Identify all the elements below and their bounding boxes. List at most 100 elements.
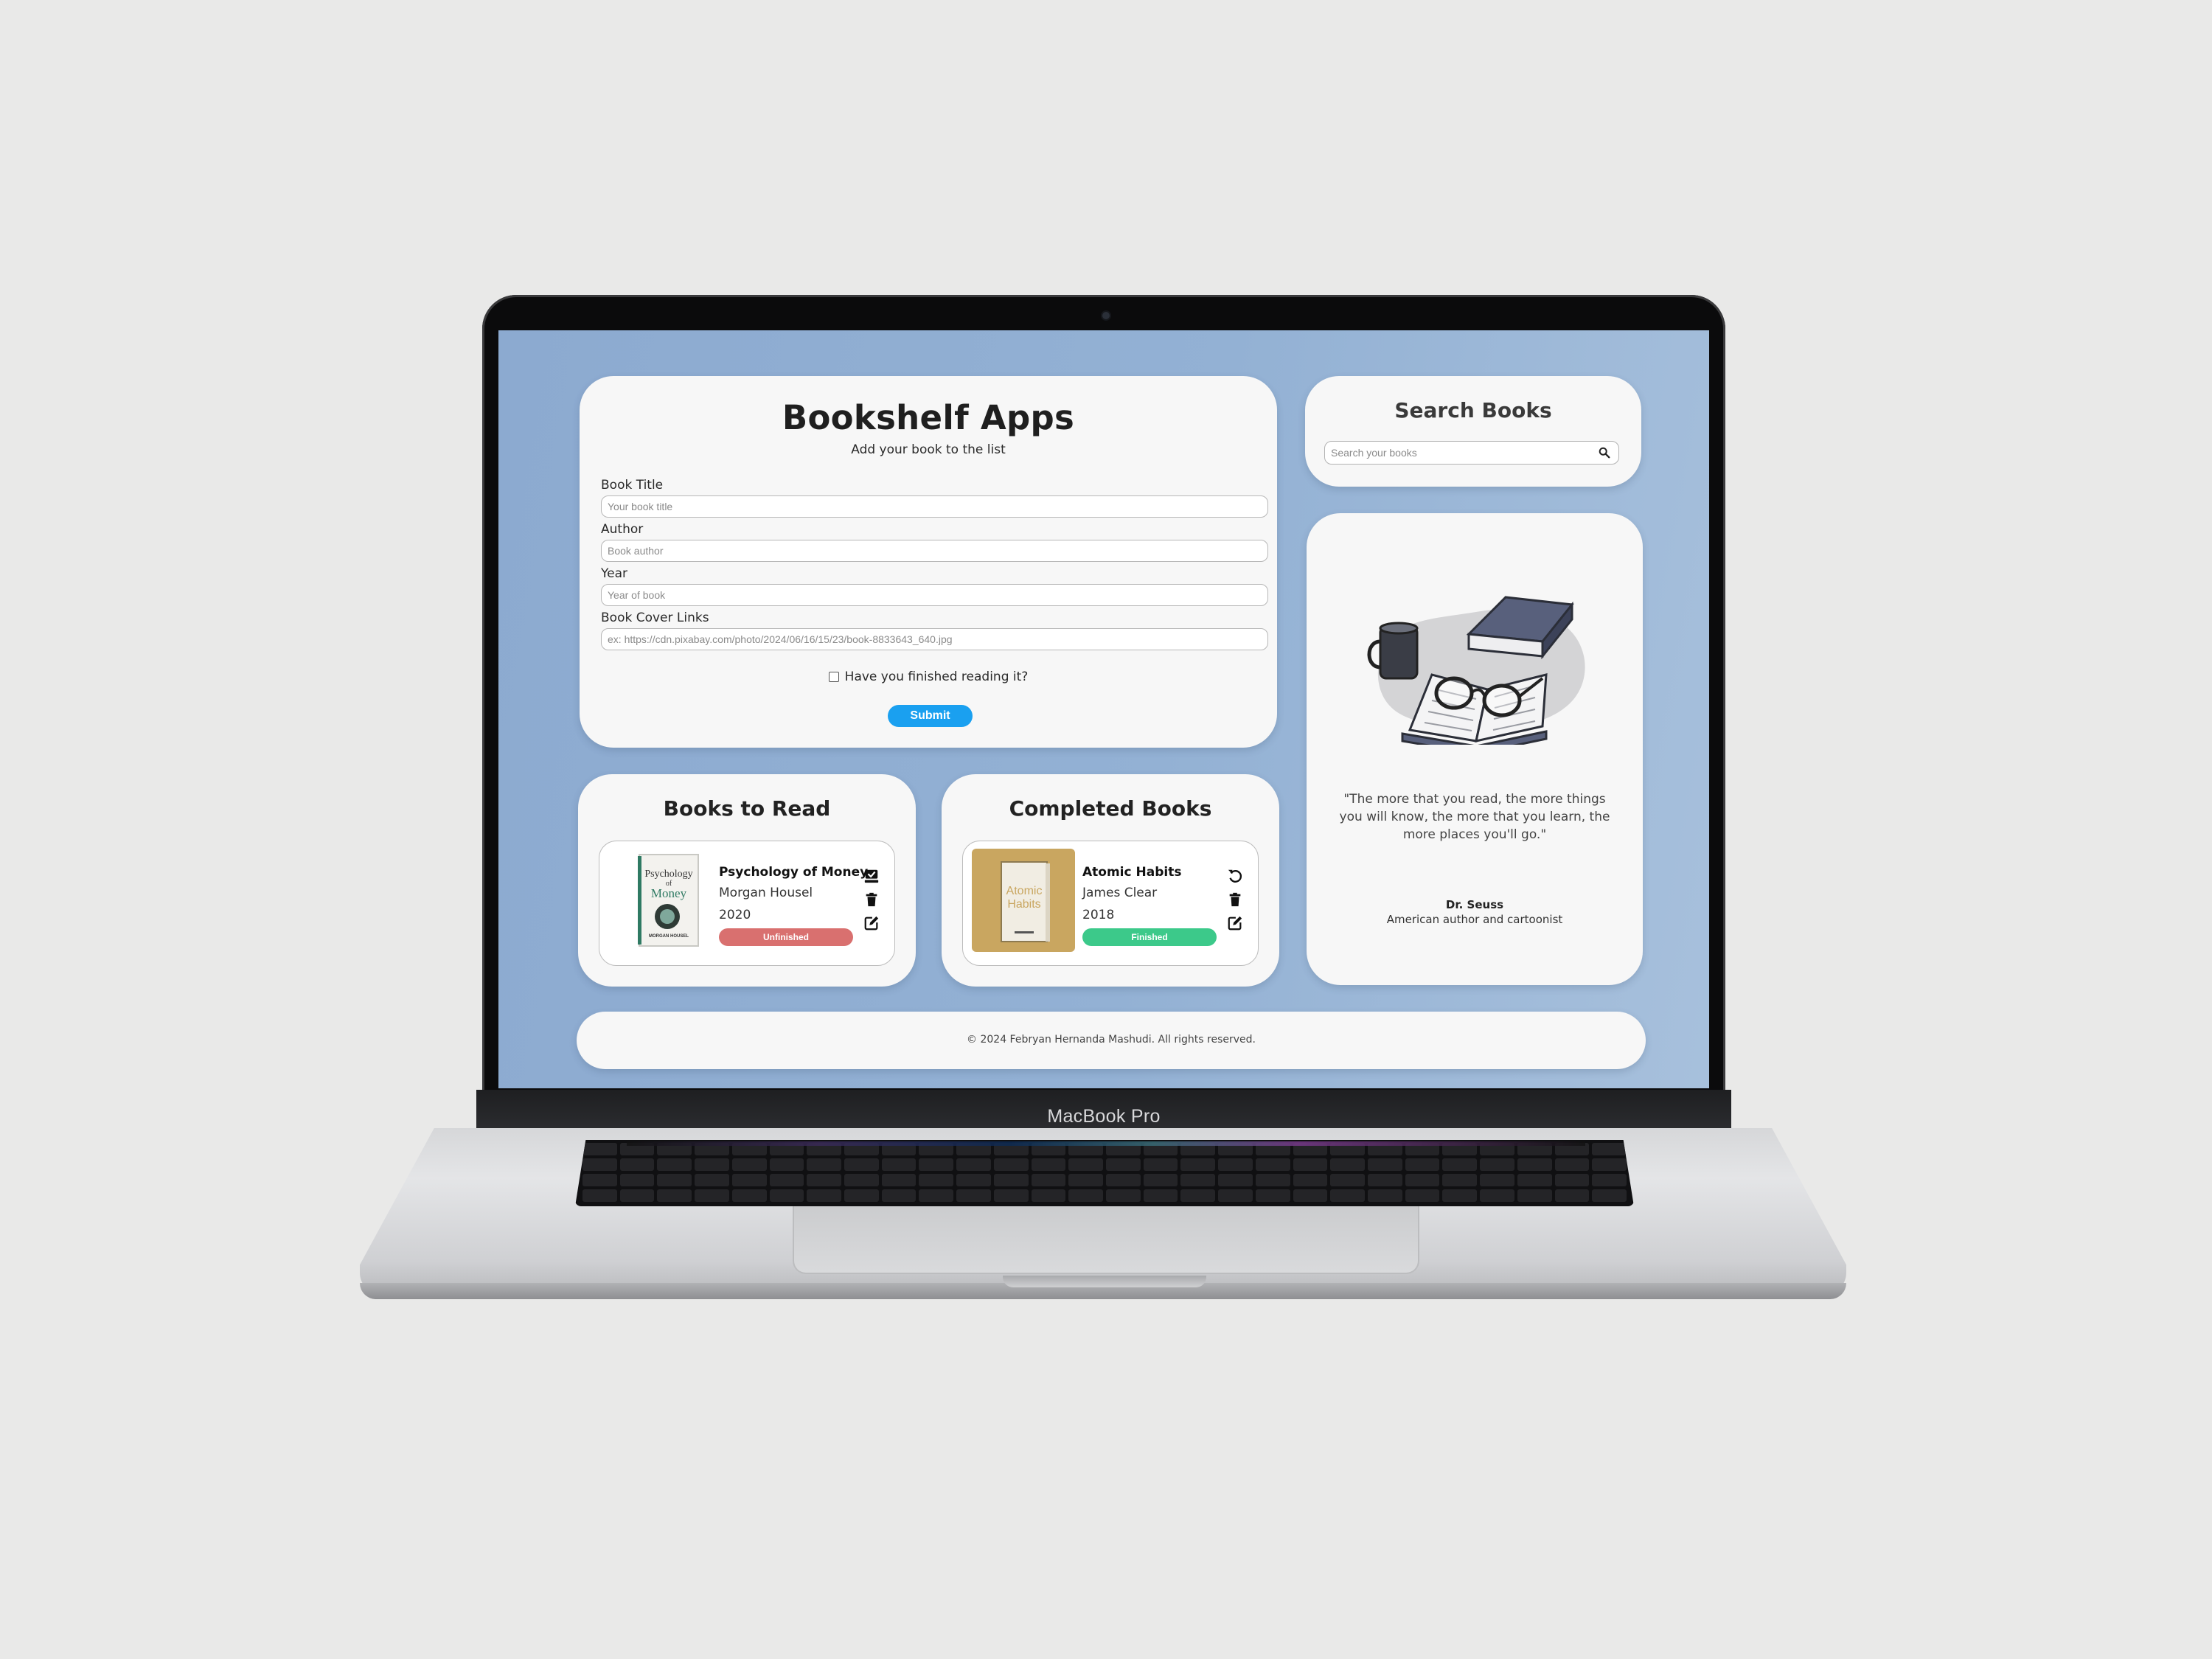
keyboard-key (1180, 1189, 1216, 1202)
page-title: Bookshelf Apps (782, 398, 1075, 437)
keyboard-key (1592, 1143, 1627, 1155)
keyboard-key (1442, 1158, 1478, 1171)
trash-icon[interactable] (863, 891, 880, 908)
keyboard-key (769, 1174, 804, 1186)
atomic-habits-cover: Atomic Habits (972, 849, 1075, 952)
keyboard-key (1368, 1189, 1402, 1202)
keyboard-key (1031, 1174, 1066, 1186)
keyboard-key (1106, 1189, 1141, 1202)
year-label: Year (601, 566, 627, 581)
keyboard-key (1293, 1158, 1328, 1171)
keyboard-key (619, 1158, 655, 1171)
touch-bar (627, 1141, 1585, 1146)
books-to-read-panel: Books to Read Psychology of Money MORGAN… (578, 774, 916, 987)
keyboard-key (657, 1189, 692, 1202)
book-item: Atomic Habits Atomic Habits James Clear … (962, 841, 1259, 966)
book-year: 2020 (719, 908, 751, 922)
add-book-form: Bookshelf Apps Add your book to the list… (580, 376, 1277, 748)
keyboard (575, 1140, 1634, 1206)
keyboard-key (993, 1158, 1029, 1171)
edit-icon[interactable] (863, 915, 880, 931)
keyboard-key (1330, 1158, 1365, 1171)
cover-word-1: Psychology (644, 869, 692, 880)
book-title-input[interactable] (601, 495, 1268, 518)
keyboard-key (582, 1158, 617, 1171)
undo-icon[interactable] (1227, 868, 1243, 884)
keyboard-key (1442, 1174, 1478, 1186)
quote-text: "The more that you read, the more things… (1339, 792, 1610, 842)
keyboard-key (1106, 1174, 1141, 1186)
trash-icon[interactable] (1227, 891, 1243, 908)
keyboard-key (1517, 1174, 1552, 1186)
completed-books-title: Completed Books (1009, 796, 1212, 821)
year-input[interactable] (601, 584, 1268, 606)
search-panel: Search Books (1305, 376, 1641, 487)
check-read-icon[interactable] (863, 868, 880, 884)
keyboard-key (807, 1158, 841, 1171)
keyboard-key (619, 1189, 655, 1202)
book-item: Psychology of Money MORGAN HOUSEL Psycho… (599, 841, 895, 966)
keyboard-key (807, 1189, 841, 1202)
keyboard-key (1405, 1189, 1440, 1202)
keyboard-key (1480, 1158, 1514, 1171)
keyboard-key (956, 1174, 991, 1186)
keyboard-key (695, 1158, 729, 1171)
submit-button[interactable]: Submit (888, 705, 973, 727)
keyboard-key (1592, 1174, 1627, 1186)
keyboard-key (769, 1158, 804, 1171)
keyboard-key (1143, 1189, 1178, 1202)
keyboard-key (844, 1158, 879, 1171)
keyboard-key (919, 1174, 954, 1186)
keyboard-key (919, 1158, 954, 1171)
copyright-text: © 2024 Febryan Hernanda Mashudi. All rig… (967, 1034, 1256, 1046)
keyboard-key (582, 1143, 617, 1155)
trackpad (793, 1206, 1419, 1274)
search-input[interactable] (1331, 445, 1582, 461)
cover-link-input[interactable] (601, 628, 1268, 650)
keyboard-key (956, 1158, 991, 1171)
keyboard-key (1031, 1189, 1066, 1202)
keyboard-key (695, 1174, 729, 1186)
keyboard-key (1293, 1189, 1328, 1202)
search-title: Search Books (1394, 398, 1552, 422)
keyboard-key (1143, 1158, 1178, 1171)
keyboard-key (1180, 1174, 1216, 1186)
keyboard-key (582, 1189, 617, 1202)
book-cover: Psychology of Money MORGAN HOUSEL (608, 849, 712, 952)
quote-author: Dr. Seuss (1445, 898, 1504, 911)
keyboard-key (1592, 1189, 1627, 1202)
keyboard-key (1218, 1174, 1253, 1186)
reading-books-illustration (1367, 596, 1585, 745)
keyboard-key (881, 1174, 917, 1186)
keyboard-key (1517, 1189, 1552, 1202)
keyboard-key (881, 1158, 917, 1171)
keyboard-key (844, 1189, 879, 1202)
finished-reading-checkbox[interactable] (828, 672, 839, 682)
keyboard-key (1480, 1189, 1514, 1202)
keyboard-key (993, 1189, 1029, 1202)
cover-link-label: Book Cover Links (601, 611, 709, 625)
completed-books-panel: Completed Books Atomic Habits Atomic Hab… (942, 774, 1279, 987)
keyboard-key (993, 1174, 1029, 1186)
lid-notch (1003, 1276, 1206, 1287)
keyboard-key (1442, 1189, 1478, 1202)
edit-icon[interactable] (1227, 915, 1243, 931)
book-title: Psychology of Money (719, 865, 869, 880)
keyboard-key (695, 1189, 729, 1202)
search-icon[interactable] (1598, 446, 1611, 459)
keyboard-key (1405, 1174, 1440, 1186)
book-title: Atomic Habits (1082, 865, 1182, 880)
book-title-label: Book Title (601, 478, 664, 493)
keyboard-key (619, 1174, 655, 1186)
footer: © 2024 Febryan Hernanda Mashudi. All rig… (577, 1012, 1646, 1069)
keyboard-key (1068, 1174, 1103, 1186)
quote-author-role: American author and cartoonist (1386, 913, 1563, 926)
author-input[interactable] (601, 540, 1268, 562)
keyboard-key (1218, 1189, 1253, 1202)
keyboard-key (657, 1174, 692, 1186)
keyboard-key (1255, 1158, 1290, 1171)
author-label: Author (601, 522, 644, 537)
keyboard-key (919, 1189, 954, 1202)
search-box (1324, 441, 1619, 465)
psychology-of-money-cover: Psychology of Money MORGAN HOUSEL (608, 849, 712, 952)
